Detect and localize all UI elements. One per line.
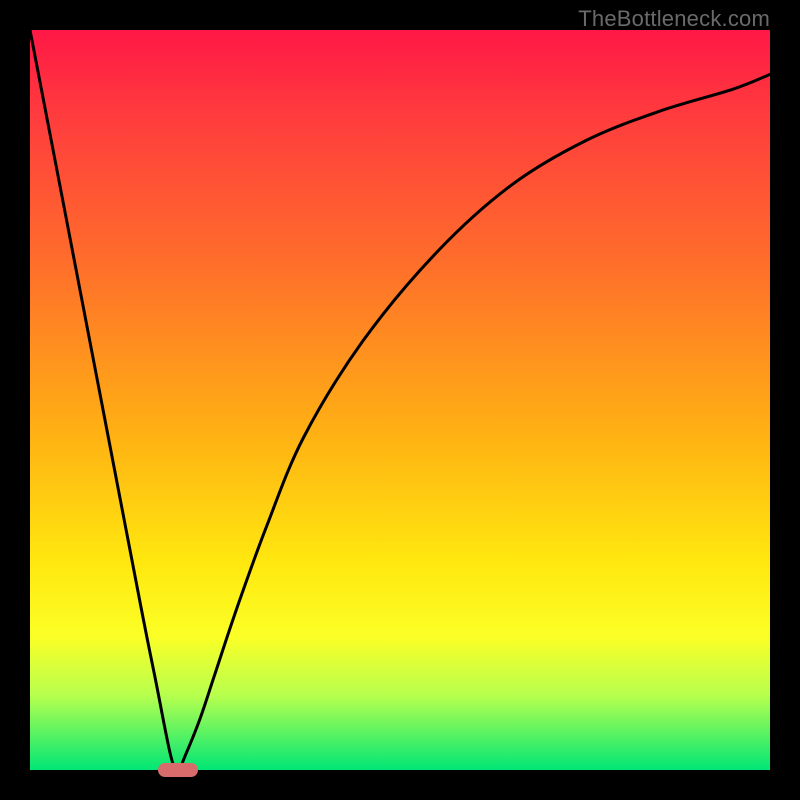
curve-svg [30,30,770,770]
plot-area [30,30,770,770]
chart-frame: TheBottleneck.com [0,0,800,800]
bottleneck-curve-path [30,30,770,770]
watermark-text: TheBottleneck.com [578,6,770,32]
optimum-marker [158,763,199,777]
